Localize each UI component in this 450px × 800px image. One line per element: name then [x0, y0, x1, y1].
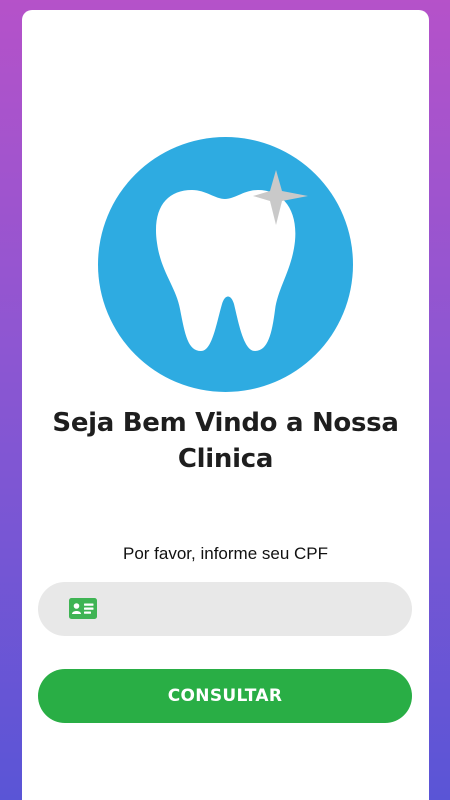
id-card-icon	[69, 598, 97, 619]
clinic-logo	[98, 137, 353, 392]
consultar-button[interactable]: CONSULTAR	[38, 669, 412, 723]
cpf-input[interactable]	[108, 582, 398, 636]
cpf-prompt: Por favor, informe seu CPF	[122, 544, 329, 563]
cpf-field[interactable]	[38, 582, 412, 636]
welcome-title: Seja Bem Vindo a Nossa Clinica	[52, 408, 399, 474]
tooth-icon	[98, 137, 353, 392]
welcome-card: Seja Bem Vindo a Nossa Clinica Por favor…	[22, 10, 429, 800]
